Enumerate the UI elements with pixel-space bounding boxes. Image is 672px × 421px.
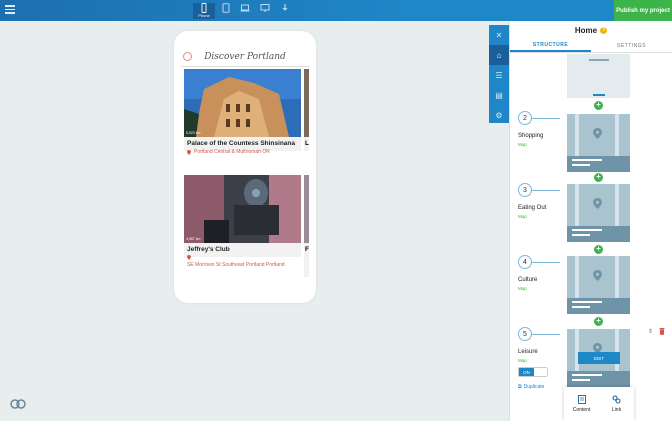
place-title: Palace of the Countess Shinsinana xyxy=(187,140,295,147)
device-desktop-button[interactable] xyxy=(258,3,272,19)
add-section-button[interactable]: + xyxy=(594,245,603,254)
home-icon[interactable]: ⌂ xyxy=(489,45,509,65)
place-address-row: Portland Central & Multnomah OR xyxy=(184,148,301,156)
toggle-on-label: ON xyxy=(519,368,534,376)
copy-icon: ⧉ xyxy=(518,384,522,390)
section-title[interactable]: Shopping xyxy=(518,133,543,139)
section-title[interactable]: Leisure xyxy=(518,349,538,355)
phone-preview: Discover Portland 5,923 km Palace of the… xyxy=(174,31,316,303)
section-title[interactable]: Eating Out xyxy=(518,205,546,211)
section-thumbnail[interactable] xyxy=(567,54,630,98)
link-icon xyxy=(612,395,621,404)
download-button[interactable] xyxy=(278,3,292,19)
location-pin-icon xyxy=(187,149,191,155)
section-connector xyxy=(532,190,560,191)
download-icon xyxy=(282,4,288,11)
content-label: Content xyxy=(572,407,591,413)
place-address: SE Morrison St Southeast Portland Portla… xyxy=(187,262,285,268)
map-pin-icon xyxy=(593,270,602,281)
place-card[interactable]: 5,923 km Palace of the Countess Shinsina… xyxy=(184,69,301,155)
app-title: Discover Portland xyxy=(204,51,286,62)
phone-screen: Discover Portland 5,923 km Palace of the… xyxy=(181,47,309,291)
trash-icon[interactable] xyxy=(659,327,665,335)
device-laptop-button[interactable] xyxy=(238,3,252,19)
place-photo: 4,987 km xyxy=(184,175,301,243)
section-type: Map xyxy=(518,286,527,291)
location-pin-icon xyxy=(187,255,191,260)
hamburger-menu-icon[interactable] xyxy=(5,5,15,15)
laptop-icon xyxy=(240,4,250,12)
tab-structure[interactable]: STRUCTURE xyxy=(510,39,591,52)
content-option[interactable]: Content xyxy=(564,387,599,421)
peek-title: F xyxy=(305,246,309,253)
place-title: Jeffrey's Club xyxy=(187,246,230,253)
add-item-popup: Content Link xyxy=(564,387,634,421)
reorder-arrows-icon[interactable]: ⇕ xyxy=(648,328,653,335)
place-card[interactable]: 4,987 km Jeffrey's Club SE Morrison St S… xyxy=(184,175,301,268)
link-option[interactable]: Link xyxy=(599,387,634,421)
map-pin-icon xyxy=(593,128,602,139)
section-number: 2 xyxy=(518,111,532,125)
add-section-button[interactable]: + xyxy=(594,317,603,326)
phone-icon xyxy=(201,3,207,13)
link-label: Link xyxy=(611,407,622,413)
section-connector xyxy=(532,262,560,263)
device-phone-button[interactable]: Phone xyxy=(193,3,215,19)
add-section-button[interactable]: + xyxy=(594,173,603,182)
section-thumbnail[interactable] xyxy=(567,184,630,242)
tablet-icon xyxy=(222,3,230,13)
place-address: Portland Central & Multnomah OR xyxy=(194,149,270,155)
list-icon[interactable]: ☰ xyxy=(489,65,509,85)
document-icon xyxy=(577,395,586,404)
top-bar: Phone Publish my project xyxy=(0,0,672,21)
next-card-peek[interactable]: L xyxy=(304,69,309,151)
section-type: Map xyxy=(518,142,527,147)
next-card-peek[interactable]: F xyxy=(304,175,309,277)
place-distance: 4,987 km xyxy=(186,237,201,241)
brand-logo-icon xyxy=(10,399,26,409)
desktop-icon xyxy=(260,4,270,12)
panel-tabs: STRUCTURE SETTINGS xyxy=(510,39,672,53)
map-pin-icon xyxy=(593,198,602,209)
side-toolbar: ✕ ⌂ ☰ ▤ ⚙ xyxy=(489,25,509,123)
section-type: Map xyxy=(518,214,527,219)
section-type: Map xyxy=(518,358,527,363)
section-thumbnail[interactable] xyxy=(567,256,630,314)
structure-panel: Home ? STRUCTURE SETTINGS + 2 Shopping M… xyxy=(509,21,672,421)
panel-header: Home ? xyxy=(510,21,672,39)
tab-settings[interactable]: SETTINGS xyxy=(591,39,672,52)
duplicate-button[interactable]: ⧉ Duplicate xyxy=(518,384,544,390)
panel-title: Home xyxy=(574,25,598,35)
publish-button[interactable]: Publish my project xyxy=(614,0,672,21)
device-tablet-button[interactable] xyxy=(219,3,233,19)
app-header: Discover Portland xyxy=(181,47,309,67)
add-section-button[interactable]: + xyxy=(594,101,603,110)
section-number: 4 xyxy=(518,255,532,269)
place-address-row: SE Morrison St Southeast Portland Portla… xyxy=(184,254,301,269)
section-number: 5 xyxy=(518,327,532,341)
section-connector xyxy=(532,118,560,119)
section-connector xyxy=(532,334,560,335)
place-distance: 5,923 km xyxy=(186,131,201,135)
duplicate-label: Duplicate xyxy=(523,384,545,390)
peek-title: L xyxy=(305,140,309,147)
gear-icon[interactable]: ⚙ xyxy=(489,105,509,125)
section-number: 3 xyxy=(518,183,532,197)
section-title[interactable]: Culture xyxy=(518,277,537,283)
app-menu-icon[interactable] xyxy=(183,52,192,61)
place-photo: 5,923 km xyxy=(184,69,301,137)
close-icon[interactable]: ✕ xyxy=(489,25,509,45)
edit-button[interactable]: EDIT xyxy=(578,352,620,364)
section-thumbnail[interactable] xyxy=(567,114,630,172)
section-toggle[interactable]: ON xyxy=(518,367,548,377)
help-icon[interactable]: ? xyxy=(600,26,608,34)
document-icon[interactable]: ▤ xyxy=(489,85,509,105)
device-phone-label: Phone xyxy=(198,13,210,18)
